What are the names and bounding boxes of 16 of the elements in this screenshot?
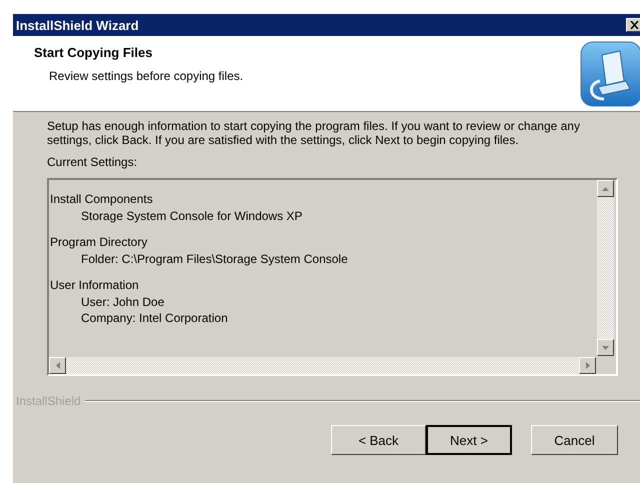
- page-subtitle: Review settings before copying files.: [49, 69, 244, 83]
- settings-value: User: John Doe: [80, 294, 166, 310]
- settings-value: Storage System Console for Windows XP: [80, 208, 304, 224]
- settings-heading: User Information: [50, 277, 140, 294]
- wizard-button[interactable]: < Back: [331, 425, 426, 455]
- intro-text: Setup has enough information to start copying the program files. If you want to review or change any settings, click Back. If you are satisfied with the settings, click Next to begin copying files.: [47, 120, 581, 147]
- settings-heading: Install Components: [50, 191, 154, 208]
- window-title: InstallShield Wizard: [16, 18, 139, 32]
- wizard-button[interactable]: Cancel: [531, 425, 618, 455]
- wizard-button[interactable]: Next >: [426, 425, 512, 455]
- settings-value: Company: Intel Corporation: [80, 310, 229, 326]
- settings-heading: Program Directory: [50, 234, 148, 250]
- page-title: Start Copying Files: [34, 45, 154, 60]
- settings-box[interactable]: Install Components Storage System Console for Windows XP Program Directory Folder: C:\Program Files\Storage System Console User Information User: John Doe Company: Intel Corporation: [47, 178, 618, 376]
- settings-value: Folder: C:\Program Files\Storage System Console: [80, 250, 349, 267]
- settings-label: Current Settings:: [47, 155, 138, 169]
